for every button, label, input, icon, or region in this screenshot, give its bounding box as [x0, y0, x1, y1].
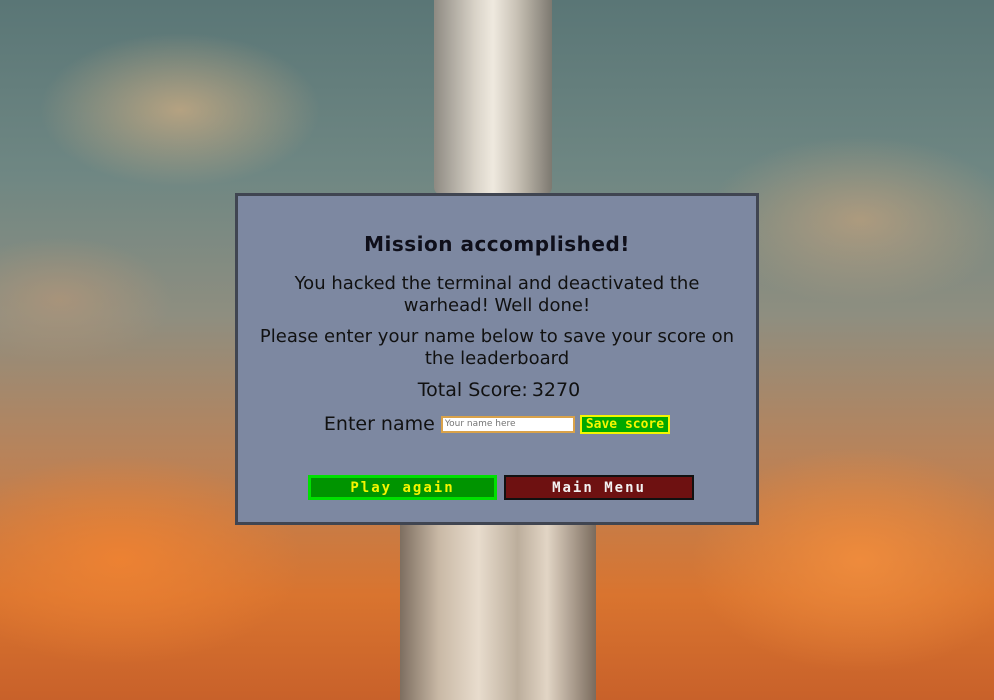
name-input[interactable] [440, 415, 575, 433]
name-label: Enter name [323, 413, 435, 435]
success-message: You hacked the terminal and deactivated … [294, 273, 700, 316]
rocket-boosters [400, 525, 596, 700]
name-entry-row: Enter name Save score [238, 413, 756, 435]
main-menu-button[interactable]: Main Menu [504, 475, 694, 500]
score-value: 3270 [531, 379, 581, 401]
total-score: Total Score: 3270 [238, 379, 756, 401]
score-label: Total Score: [417, 379, 528, 401]
rocket-upper-stage [434, 0, 552, 195]
save-score-button[interactable]: Save score [579, 414, 671, 434]
play-again-button[interactable]: Play again [308, 475, 497, 500]
save-prompt: Please enter your name below to save you… [259, 326, 735, 369]
mission-complete-dialog: Mission accomplished! You hacked the ter… [235, 193, 759, 525]
dialog-title: Mission accomplished! [364, 232, 630, 256]
